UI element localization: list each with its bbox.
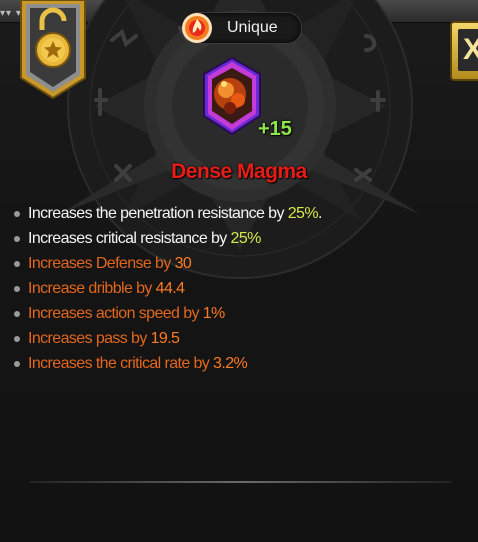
stat-value: 30 [174, 255, 192, 272]
stat-text: Increases Defense by [28, 255, 175, 272]
bullet-dot [14, 336, 20, 342]
stat-text: Increases pass by [28, 330, 151, 347]
stat-suffix: . [317, 205, 322, 222]
item-level: +15 [258, 118, 292, 140]
stat-value: 19.5 [150, 330, 180, 347]
bullet-dot [14, 311, 20, 317]
close-x-icon[interactable]: X [458, 29, 478, 71]
stat-line: Increases the penetration resistance by … [14, 204, 322, 229]
bullet-dot [14, 361, 20, 367]
stat-text: Increases the critical rate by [28, 355, 214, 372]
stat-list: Increases the penetration resistance by … [14, 204, 322, 379]
item-tooltip-panel: ▾▾ ▾▾ Unique X +15 Dense Magma Increases… [0, 0, 478, 542]
stat-value: 25% [287, 205, 319, 222]
unlocked-padlock-star-icon[interactable] [18, 0, 88, 100]
flame-orb-icon [182, 13, 212, 43]
bullet-dot [14, 286, 20, 292]
rarity-label: Unique [227, 19, 278, 36]
stat-text: Increases action speed by [28, 305, 203, 322]
bullet-dot [14, 261, 20, 267]
stat-line: Increases the critical rate by 3.2% [14, 354, 322, 379]
stat-value: 44.4 [155, 280, 185, 297]
close-button[interactable]: X [450, 21, 478, 81]
stat-line: Increases action speed by 1% [14, 304, 322, 329]
stat-text: Increases the penetration resistance by [28, 205, 288, 222]
stat-value: 1% [202, 305, 226, 322]
bullet-dot [14, 211, 20, 217]
bullet-dot [14, 236, 20, 242]
magma-gem-icon [203, 56, 261, 136]
stat-text: Increase dribble by [28, 280, 156, 297]
stat-text: Increases critical resistance by [28, 230, 231, 247]
stat-line: Increase dribble by 44.4 [14, 279, 322, 304]
rarity-badge: Unique [182, 12, 302, 44]
stat-line: Increases Defense by 30 [14, 254, 322, 279]
stat-line: Increases pass by 19.5 [14, 329, 322, 354]
stat-value: 3.2% [213, 355, 248, 372]
stat-line: Increases critical resistance by 25% [14, 229, 322, 254]
stat-value: 25% [230, 230, 262, 247]
item-name: Dense Magma [171, 160, 307, 183]
bottom-divider [30, 481, 452, 483]
